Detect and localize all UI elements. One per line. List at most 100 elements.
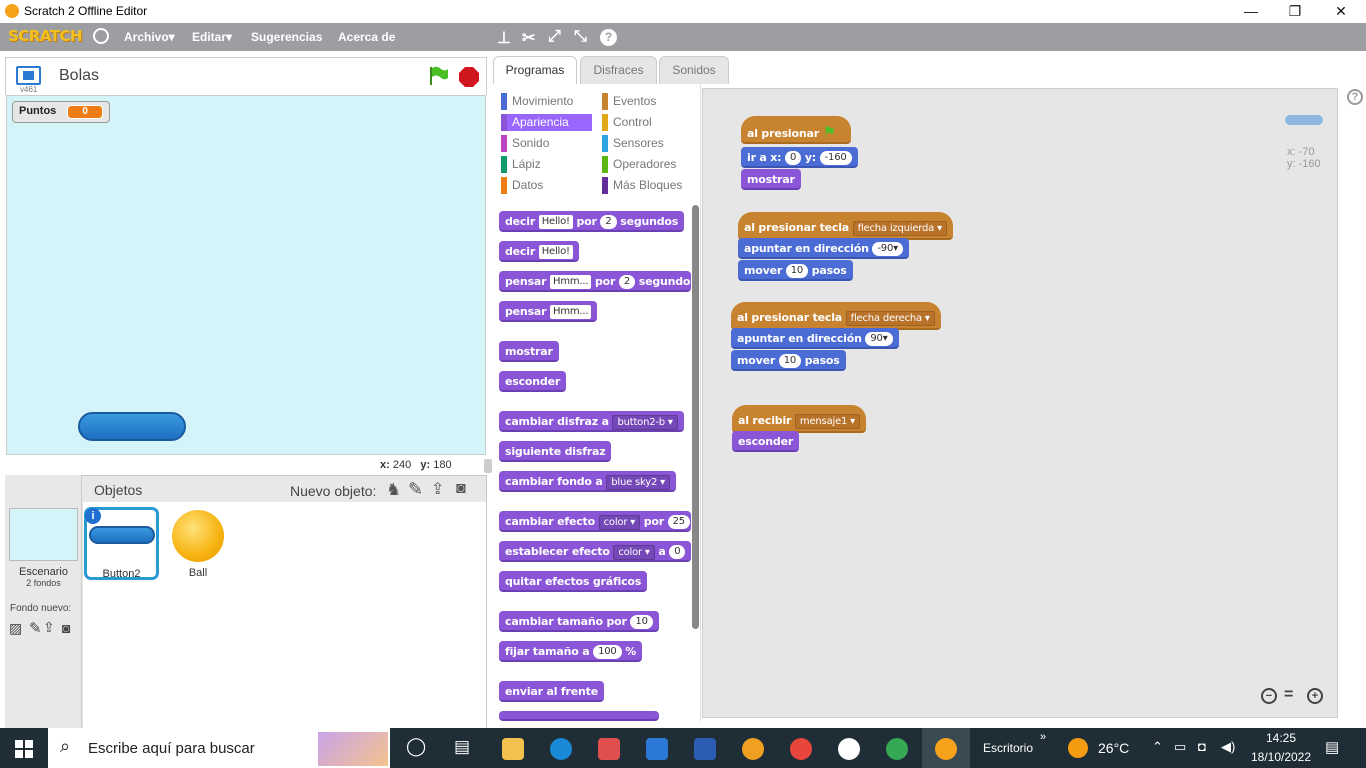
block-next-costume[interactable]: siguiente disfraz (499, 441, 612, 462)
taskbar-search-input[interactable]: Escribe aquí para buscar (88, 740, 255, 757)
block-show[interactable]: mostrar (499, 341, 559, 362)
green-flag-icon[interactable] (427, 65, 449, 87)
paint-sprite-icon[interactable]: ✎ (408, 479, 423, 500)
category-sound[interactable]: Sonido (501, 135, 549, 152)
delete-scissors-icon[interactable]: ✂ (522, 28, 535, 48)
block-switch-backdrop[interactable]: cambiar fondo a blue sky2 ▾ (499, 471, 676, 492)
block-go-to-xy[interactable]: ir a x: 0 y: -160 (741, 147, 858, 168)
shrink-icon[interactable]: ⤡ (574, 28, 587, 46)
clock-time[interactable]: 14:25 (1253, 731, 1309, 745)
stage-canvas[interactable]: Puntos 0 (6, 95, 486, 455)
hat-when-key-pressed-right[interactable]: al presionar tecla flecha derecha ▾ (731, 302, 941, 330)
block-clear-effects[interactable]: quitar efectos gráficos (499, 571, 648, 592)
chrome-icon[interactable] (790, 738, 812, 760)
stage-thumbnail[interactable] (9, 508, 78, 561)
category-motion[interactable]: Movimiento (501, 93, 573, 110)
paint-backdrop-icon[interactable]: ✎ (29, 619, 42, 637)
widgets-icon[interactable]: ▤ (454, 737, 470, 757)
stage-collapse-handle[interactable] (484, 459, 492, 473)
hat-when-key-pressed-left[interactable]: al presionar tecla flecha izquierda ▾ (738, 212, 953, 240)
minimize-button[interactable]: — (1228, 2, 1274, 22)
sprite-info-icon[interactable]: i (85, 508, 101, 524)
block-move-steps[interactable]: mover 10 pasos (731, 350, 846, 371)
meet-icon[interactable]: ◘ (1198, 739, 1206, 754)
menu-tips[interactable]: Sugerencias (251, 30, 322, 44)
block-think-for-secs[interactable]: pensar Hmm... por 2 segundos (499, 271, 691, 292)
desktop-toolbar-label[interactable]: Escritorio (983, 741, 1033, 755)
tab-sounds[interactable]: Sonidos (659, 56, 729, 84)
file-explorer-icon[interactable] (502, 738, 524, 760)
language-globe-icon[interactable] (93, 28, 109, 44)
category-sensing[interactable]: Sensores (602, 135, 664, 152)
scratch-logo[interactable]: SCRATCH (8, 27, 83, 45)
tab-costumes[interactable]: Disfraces (580, 56, 657, 84)
weather-temperature[interactable]: 26°C (1098, 740, 1129, 756)
hat-when-i-receive[interactable]: al recibir mensaje1 ▾ (732, 405, 866, 433)
block-go-to-front[interactable]: enviar al frente (499, 681, 604, 702)
block-point-direction[interactable]: apuntar en dirección 90▾ (731, 328, 899, 349)
block-hide[interactable]: esconder (499, 371, 567, 392)
mail-icon[interactable] (646, 738, 668, 760)
zoom-reset-icon[interactable]: = (1284, 686, 1293, 704)
block-change-effect[interactable]: cambiar efecto color ▾ por 25 (499, 511, 691, 532)
help-question-icon[interactable]: ? (1347, 89, 1363, 105)
task-view-icon[interactable]: ◯ (406, 736, 426, 757)
presentation-mode-icon[interactable] (16, 66, 41, 85)
category-operators[interactable]: Operadores (602, 156, 676, 173)
block-change-size[interactable]: cambiar tamaño por 10 (499, 611, 659, 632)
zoom-in-icon[interactable]: + (1307, 688, 1323, 704)
clock-date[interactable]: 18/10/2022 (1249, 750, 1313, 764)
block-switch-costume[interactable]: cambiar disfraz a button2-b ▾ (499, 411, 684, 432)
sprite-library-icon[interactable]: ♞ (386, 480, 401, 500)
category-more-blocks[interactable]: Más Bloques (602, 177, 682, 194)
block-point-direction[interactable]: apuntar en dirección -90▾ (738, 238, 909, 259)
block-say[interactable]: decir Hello! (499, 241, 579, 262)
weather-sun-icon[interactable] (1068, 738, 1088, 758)
block-move-steps[interactable]: mover 10 pasos (738, 260, 853, 281)
block-think[interactable]: pensar Hmm... (499, 301, 598, 322)
upload-sprite-icon[interactable]: ⇪ (431, 479, 444, 499)
word-icon[interactable] (694, 738, 716, 760)
store-icon[interactable] (598, 738, 620, 760)
menu-file[interactable]: Archivo▾ (124, 30, 175, 44)
close-button[interactable]: ✕ (1318, 2, 1364, 22)
block-show[interactable]: mostrar (741, 169, 801, 190)
network-icon[interactable]: ▭ (1174, 739, 1186, 755)
notification-icon[interactable]: ▤ (1325, 738, 1339, 756)
volume-icon[interactable]: ◀) (1221, 739, 1235, 755)
block-hide[interactable]: esconder (732, 431, 800, 452)
scratch-taskbar-icon[interactable] (935, 738, 957, 760)
help-icon[interactable]: ? (600, 29, 617, 46)
maximize-button[interactable]: ❐ (1272, 2, 1318, 22)
zoom-out-icon[interactable]: − (1261, 688, 1277, 704)
block-go-back-layers[interactable] (499, 711, 659, 721)
chevron-double-icon[interactable]: » (1040, 731, 1046, 743)
tray-chevron-up-icon[interactable]: ⌃ (1152, 739, 1163, 755)
palette-scrollbar[interactable] (692, 205, 699, 629)
edge-icon[interactable] (550, 738, 572, 760)
button-sprite-on-stage[interactable] (78, 412, 186, 441)
category-looks[interactable]: Apariencia (501, 114, 592, 131)
camera-backdrop-icon[interactable]: ◙ (62, 620, 70, 636)
hat-when-flag-clicked[interactable]: al presionar ⚑ (741, 116, 851, 144)
backdrop-library-icon[interactable]: ▨ (9, 620, 22, 637)
sprite-tile-button2[interactable]: Button2 i (84, 507, 159, 580)
windows-start-icon[interactable] (15, 740, 33, 758)
block-say-for-secs[interactable]: decir Hello! por 2 segundos (499, 211, 685, 232)
grow-icon[interactable]: ⤢ (548, 28, 561, 46)
project-name[interactable]: Bolas (59, 67, 99, 85)
menu-about[interactable]: Acerca de (338, 30, 395, 44)
duplicate-stamp-icon[interactable]: ⊥ (497, 28, 511, 48)
category-control[interactable]: Control (602, 114, 652, 131)
browser-b-icon[interactable] (838, 738, 860, 760)
camera-sprite-icon[interactable]: ◙ (456, 480, 466, 498)
sprite-tile-ball[interactable]: Ball (162, 507, 234, 580)
variable-monitor[interactable]: Puntos 0 (12, 101, 110, 123)
category-events[interactable]: Eventos (602, 93, 656, 110)
block-set-effect[interactable]: establecer efecto color ▾ a 0 (499, 541, 691, 562)
brave-icon[interactable] (742, 738, 764, 760)
menu-edit[interactable]: Editar▾ (192, 30, 232, 44)
category-pen[interactable]: Lápiz (501, 156, 541, 173)
block-set-size[interactable]: fijar tamaño a 100 % (499, 641, 643, 662)
stop-sign-icon[interactable] (458, 66, 480, 88)
